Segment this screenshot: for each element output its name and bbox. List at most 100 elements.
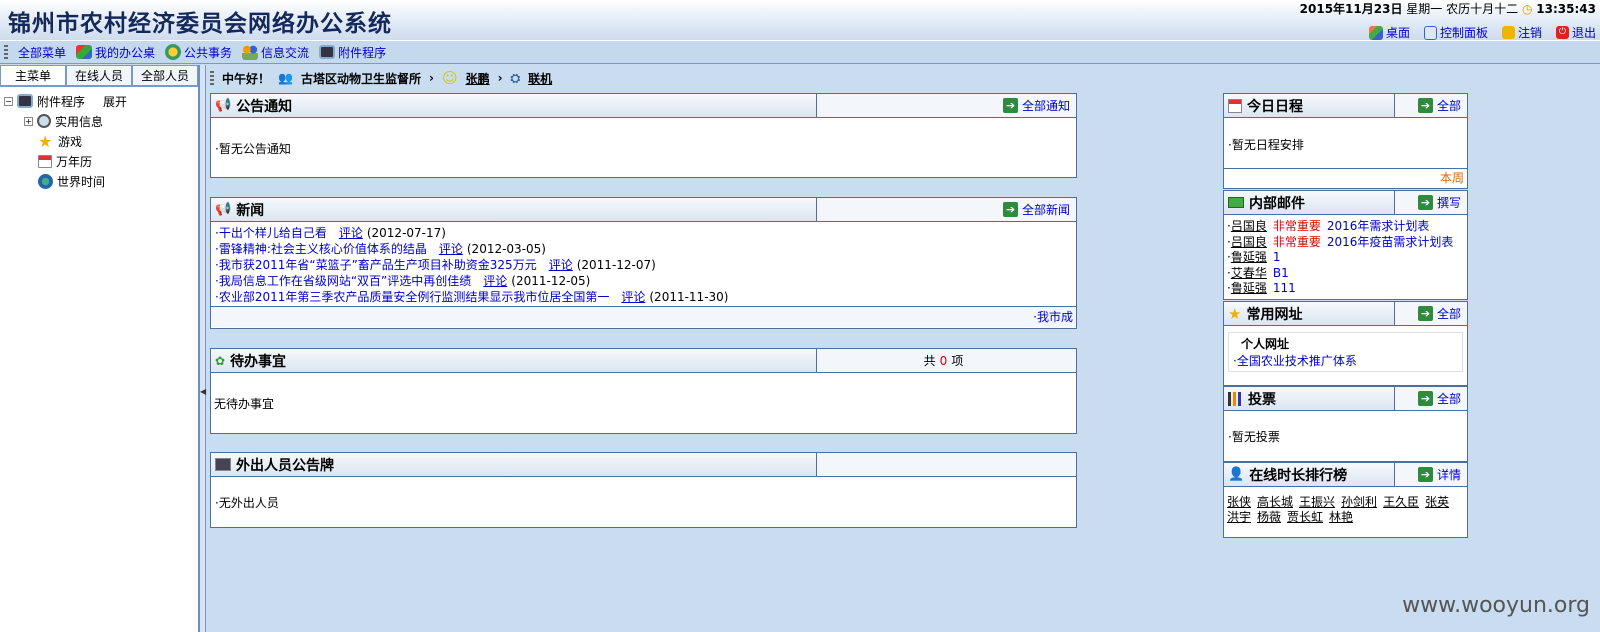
control-panel-button[interactable]: 控制面板 — [1423, 24, 1488, 41]
tab-all-users[interactable]: 全部人员 — [132, 65, 198, 86]
attachment-program-icon — [319, 45, 336, 59]
collapse-arrow-icon[interactable]: ◀ — [200, 387, 206, 396]
date-time-display: 2015年11月23日 星期一 农历十月十二 ◷ 13:35:43 — [1300, 0, 1596, 17]
greeting-text: 中午好！ — [222, 71, 271, 86]
all-votes-link[interactable]: ➔ 全部 — [1395, 387, 1467, 410]
organization-icon: 👥 — [278, 71, 293, 85]
tree-item-useful-info[interactable]: + 实用信息 — [4, 111, 194, 131]
news-link[interactable]: ·雷锋精神:社会主义核心价值体系的结晶 — [215, 242, 427, 256]
mail-item[interactable]: ·吕国良 非常重要 2016年疫苗需求计划表 — [1227, 235, 1464, 251]
news-title: 新闻 — [236, 202, 265, 219]
people-icon — [242, 44, 259, 60]
notice-panel: 📢 公告通知 ➔ 全部通知 ·暂无公告通知 — [210, 93, 1077, 178]
outing-title: 外出人员公告牌 — [236, 457, 334, 474]
comment-link[interactable]: 评论 — [549, 258, 573, 272]
comment-link[interactable]: 评论 — [483, 274, 507, 288]
megaphone-icon: 📢 — [215, 202, 232, 217]
tree-item-calendar[interactable]: 万年历 — [4, 151, 194, 171]
ranking-user[interactable]: 林艳 — [1329, 510, 1353, 524]
separator-icon: › — [497, 71, 503, 85]
news-link[interactable]: ·农业部2011年第三季农产品质量安全例行监测结果显示我市位居全国第一 — [215, 290, 609, 304]
ranking-user[interactable]: 贾长虹 — [1287, 510, 1323, 524]
ranking-user[interactable]: 洪宇 — [1227, 510, 1251, 524]
all-news-link[interactable]: ➔ 全部新闻 — [817, 198, 1076, 221]
arrow-right-icon: ➔ — [1417, 306, 1433, 321]
ranking-user[interactable]: 王振兴 — [1299, 495, 1335, 509]
this-week-link[interactable]: 本周 — [1224, 168, 1467, 187]
notice-empty: ·暂无公告通知 — [215, 142, 291, 156]
todo-panel: ✿ 待办事宜 共 0 项 无待办事宜 — [210, 348, 1077, 434]
all-notices-link[interactable]: ➔ 全部通知 — [817, 94, 1076, 117]
news-date: (2011-12-07) — [576, 258, 656, 272]
menu-info-exchange[interactable]: 信息交流 — [242, 44, 309, 61]
ranking-user[interactable]: 高长城 — [1257, 495, 1293, 509]
tree-item-games[interactable]: ★ 游戏 — [4, 131, 194, 151]
arrow-right-icon: ➔ — [1002, 202, 1018, 217]
date-text: 2015年11月23日 — [1299, 2, 1403, 16]
all-schedule-link[interactable]: ➔ 全部 — [1395, 94, 1467, 117]
schedule-title: 今日日程 — [1247, 98, 1303, 115]
menu-all-menus[interactable]: 全部菜单 — [18, 44, 66, 61]
news-date: (2011-12-05) — [511, 274, 591, 288]
news-date: (2012-03-05) — [466, 242, 546, 256]
ranking-details-link[interactable]: ➔ 详情 — [1395, 463, 1467, 486]
board-icon — [215, 458, 231, 471]
menu-public-affairs[interactable]: 公共事务 — [165, 44, 232, 61]
comment-link[interactable]: 评论 — [439, 242, 463, 256]
public-affairs-icon — [165, 44, 182, 60]
desktop-button[interactable]: 桌面 — [1368, 24, 1410, 41]
logout-button[interactable]: 注销 — [1501, 24, 1542, 41]
exit-button[interactable]: ⏻ 退出 — [1555, 24, 1596, 41]
tree-root[interactable]: − 附件程序 展开 — [4, 91, 194, 111]
news-item: ·我市获2011年省“菜篮子”畜产品生产项目补助资金325万元 评论 (2011-1… — [215, 257, 1072, 273]
news-ticker[interactable]: ·我市成 — [211, 306, 1076, 327]
logout-icon — [1501, 26, 1515, 39]
mail-item[interactable]: ·艾春华 B1 — [1227, 266, 1464, 282]
expand-all-link[interactable]: 展开 — [103, 93, 127, 110]
expand-icon[interactable]: + — [24, 116, 33, 126]
menu-my-desk[interactable]: 我的办公桌 — [76, 44, 155, 61]
news-list: ·干出个样儿给自己看 评论 (2012-07-17) ·雷锋精神:社会主义核心价值体… — [211, 222, 1076, 306]
mail-item[interactable]: ·鲁延强 1 — [1227, 250, 1464, 266]
link-item[interactable]: ·全国农业技术推广体系 — [1233, 352, 1458, 369]
main-menubar: 全部菜单 我的办公桌 公共事务 信息交流 附件程序 — [0, 40, 1600, 64]
control-panel-icon — [1423, 25, 1437, 40]
ranking-user[interactable]: 张侠 — [1227, 495, 1251, 509]
comment-link[interactable]: 评论 — [621, 290, 645, 304]
tab-main-menu[interactable]: 主菜单 — [0, 65, 66, 86]
calendar-icon — [1228, 98, 1242, 113]
comment-link[interactable]: 评论 — [339, 226, 363, 240]
menu-tree: − 附件程序 展开 + 实用信息 ★ 游戏 万年历 世界时间 — [0, 87, 198, 195]
all-links-link[interactable]: ➔ 全部 — [1395, 302, 1467, 325]
online-status[interactable]: 联机 — [528, 70, 552, 87]
smiley-icon: ☺ — [441, 69, 458, 87]
ranking-user[interactable]: 孙剑利 — [1341, 495, 1377, 509]
desk-icon — [76, 45, 93, 59]
top-actions: 桌面 控制面板 注销 ⏻ 退出 — [1368, 24, 1596, 41]
sidebar-splitter[interactable]: ◀ — [200, 65, 206, 632]
ranking-user[interactable]: 王久臣 — [1383, 495, 1419, 509]
star-icon: ★ — [1228, 304, 1242, 323]
ranking-user[interactable]: 杨薇 — [1257, 510, 1281, 524]
app-title: 锦州市农村经济委员会网络办公系统 — [8, 10, 392, 37]
news-link[interactable]: ·我局信息工作在省级网站“双百”评选中再创佳绩 — [215, 274, 471, 288]
news-link[interactable]: ·干出个样儿给自己看 — [215, 226, 327, 240]
menu-attachment-programs[interactable]: 附件程序 — [319, 44, 386, 61]
collapse-icon[interactable]: − — [4, 96, 13, 106]
mail-item[interactable]: ·吕国良 非常重要 2016年需求计划表 — [1227, 219, 1464, 235]
clock-icon: ◷ — [1521, 2, 1533, 16]
links-title: 常用网址 — [1246, 306, 1303, 323]
user-name[interactable]: 张鹏 — [466, 70, 490, 87]
news-item: ·农业部2011年第三季农产品质量安全例行监测结果显示我市位居全国第一 评论 (20… — [215, 289, 1072, 305]
news-link[interactable]: ·我市获2011年省“菜篮子”畜产品生产项目补助资金325万元 — [215, 258, 537, 272]
calendar-icon — [38, 154, 52, 168]
news-item: ·我局信息工作在省级网站“双百”评选中再创佳绩 评论 (2011-12-05) — [215, 273, 1072, 289]
mail-item[interactable]: ·鲁延强 111 — [1227, 281, 1464, 297]
compose-mail-link[interactable]: ➔ 撰写 — [1395, 191, 1467, 214]
todo-count: 共 0 项 — [817, 349, 1076, 372]
tree-item-world-time[interactable]: 世界时间 — [4, 171, 194, 191]
person-icon: 👤 — [1228, 467, 1245, 482]
tab-online-users[interactable]: 在线人员 — [66, 65, 132, 86]
links-panel: ★ 常用网址 ➔ 全部 个人网址 ·全国农业技术推广体系 — [1223, 301, 1468, 386]
ranking-user[interactable]: 张英 — [1425, 495, 1449, 509]
